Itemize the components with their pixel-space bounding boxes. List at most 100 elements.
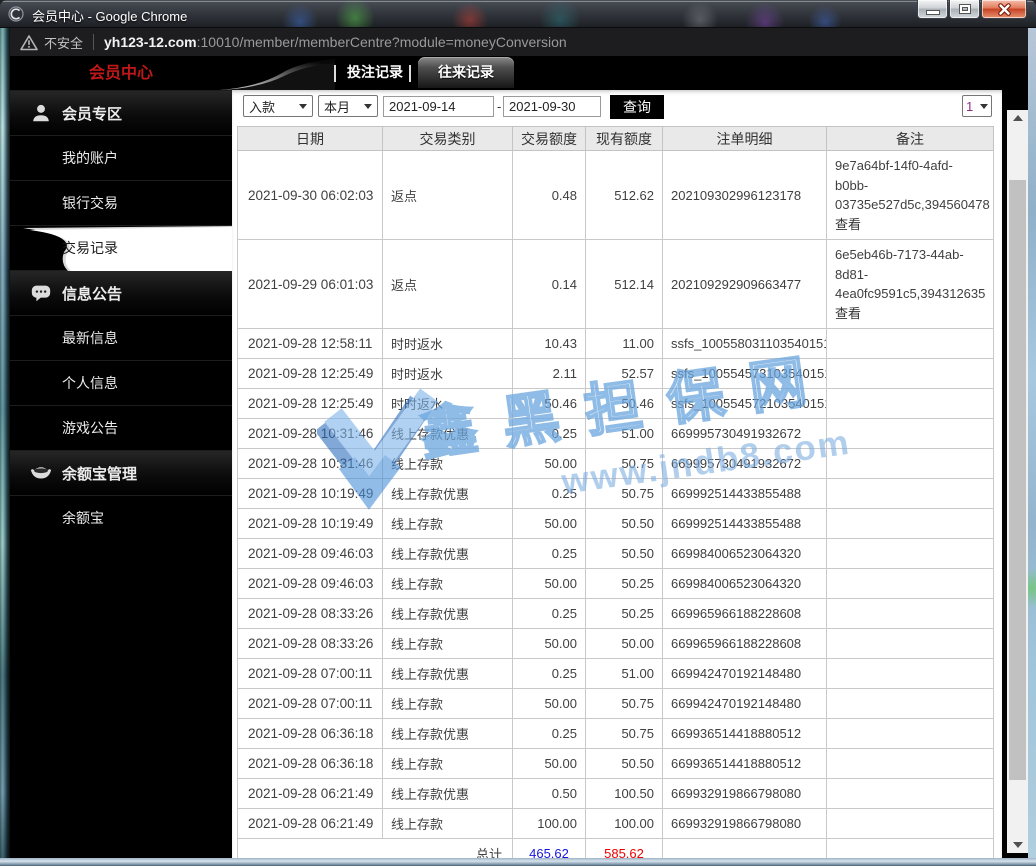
cell-remark — [826, 478, 994, 509]
top-nav: 会员中心 投注记录 往来记录 — [10, 57, 1028, 90]
page-viewport: 会员中心 投注记录 往来记录 会员专区 我的账户 银行交易 交易记录 信息公告 … — [10, 57, 1028, 866]
tab-transaction-records[interactable]: 往来记录 — [418, 57, 514, 88]
cell-type: 线上存款 — [382, 568, 513, 599]
sidebar-item-member-zone[interactable]: 会员专区 — [10, 90, 232, 135]
header-detail: 注单明细 — [662, 126, 827, 151]
sidebar-item-yuebao-management[interactable]: 余额宝管理 — [10, 450, 232, 495]
cell-detail: ssfs_100558031103540151 — [662, 328, 827, 359]
sidebar-item-personal-info[interactable]: 个人信息 — [10, 360, 232, 405]
minimize-button[interactable] — [917, 0, 948, 19]
cell-date: 2021-09-28 07:00:11 — [237, 658, 383, 689]
period-select[interactable]: 本月 — [318, 95, 378, 117]
cell-balance: 11.00 — [585, 328, 663, 359]
sidebar-item-game-announcements[interactable]: 游戏公告 — [10, 405, 232, 450]
cell-date: 2021-09-28 10:19:49 — [237, 478, 383, 509]
cell-amount: 0.50 — [512, 778, 586, 809]
chevron-down-icon — [299, 103, 307, 109]
table-row: 2021-09-28 10:31:46 线上存款 50.00 50.75 669… — [237, 448, 994, 479]
transaction-table: 日期 交易类别 交易额度 现有额度 注单明细 备注 2021-09-30 06:… — [237, 126, 994, 866]
vertical-scrollbar[interactable] — [1007, 110, 1028, 853]
brand-title: 会员中心 — [88, 65, 153, 82]
cell-date: 2021-09-28 10:19:49 — [237, 508, 383, 539]
cell-date: 2021-09-28 06:36:18 — [237, 748, 383, 779]
minimize-icon — [927, 11, 939, 14]
warning-icon — [20, 34, 38, 50]
tab-betting-records[interactable]: 投注记录 — [340, 57, 410, 88]
title-bar[interactable]: 会员中心 - Google Chrome — [0, 0, 1036, 28]
table-row: 2021-09-28 06:36:18 线上存款优惠 0.25 50.75 66… — [237, 718, 994, 749]
arrow-down-icon — [1012, 842, 1023, 848]
cell-detail: 669965966188228608 — [662, 598, 827, 629]
table-row: 2021-09-28 06:21:49 线上存款 100.00 100.00 6… — [237, 808, 994, 839]
cell-amount: 0.25 — [512, 718, 586, 749]
table-row: 2021-09-28 12:25:49 时时返水 50.46 50.46 ssf… — [237, 388, 994, 419]
window-border-bottom — [0, 858, 1036, 866]
cell-balance: 50.50 — [585, 538, 663, 569]
view-link[interactable]: 查看 — [835, 304, 861, 324]
cell-amount: 50.46 — [512, 388, 586, 419]
cell-remark — [826, 628, 994, 659]
cell-type: 线上存款优惠 — [382, 718, 513, 749]
scroll-down-button[interactable] — [1007, 837, 1028, 853]
cell-balance: 50.46 — [585, 388, 663, 419]
cell-type: 线上存款 — [382, 748, 513, 779]
cell-balance: 50.75 — [585, 478, 663, 509]
cell-type: 线上存款优惠 — [382, 598, 513, 629]
view-link[interactable]: 查看 — [835, 215, 861, 235]
chevron-down-icon — [980, 103, 988, 109]
cell-detail: 669936514418880512 — [662, 718, 827, 749]
cell-balance: 512.62 — [585, 150, 663, 240]
search-button[interactable]: 查询 — [610, 95, 664, 119]
cell-type: 返点 — [382, 150, 513, 240]
cell-balance: 512.14 — [585, 239, 663, 329]
cell-type: 线上存款优惠 — [382, 418, 513, 449]
chat-icon — [31, 285, 51, 302]
filter-bar: 入款 本月 - 查询 1 — [232, 90, 1002, 124]
sidebar-item-my-account[interactable]: 我的账户 — [10, 135, 232, 180]
cell-remark — [826, 328, 994, 359]
cell-amount: 0.25 — [512, 598, 586, 629]
window-border-right — [1028, 28, 1036, 858]
cell-amount: 0.25 — [512, 478, 586, 509]
main-content: 入款 本月 - 查询 1 — [232, 90, 1002, 866]
header-type: 交易类别 — [382, 126, 513, 151]
cell-remark — [826, 388, 994, 419]
cell-detail: 669995730491932672 — [662, 418, 827, 449]
cell-detail: 669984006523064320 — [662, 568, 827, 599]
table-row: 2021-09-30 06:02:03 返点 0.48 512.62 20210… — [237, 150, 994, 240]
cell-type: 线上存款优惠 — [382, 538, 513, 569]
cell-amount: 0.25 — [512, 658, 586, 689]
cell-remark: 9e7a64bf-14f0-4afd-b0bb- 03735e527d5c,394… — [826, 150, 994, 240]
cell-balance: 51.00 — [585, 418, 663, 449]
cell-balance: 50.50 — [585, 748, 663, 779]
date-to-input[interactable] — [503, 96, 601, 117]
window-border-left — [0, 28, 10, 858]
cell-date: 2021-09-28 08:33:26 — [237, 598, 383, 629]
table-row: 2021-09-28 09:46:03 线上存款 50.00 50.25 669… — [237, 568, 994, 599]
sidebar-item-yuebao[interactable]: 余额宝 — [10, 495, 232, 540]
header-balance: 现有额度 — [585, 126, 663, 151]
scroll-up-button[interactable] — [1007, 110, 1028, 126]
close-button[interactable] — [981, 0, 1027, 19]
url-host: yh123-12.com — [104, 34, 197, 50]
url-bar[interactable]: 不安全 yh123-12.com :10010/member/memberCen… — [10, 28, 1028, 57]
cell-date: 2021-09-28 06:21:49 — [237, 778, 383, 809]
scrollbar-thumb[interactable] — [1009, 180, 1026, 780]
chevron-down-icon — [364, 103, 372, 109]
tab-separator — [334, 65, 336, 82]
cell-date: 2021-09-28 06:36:18 — [237, 718, 383, 749]
sidebar-item-info-announcements[interactable]: 信息公告 — [10, 270, 232, 315]
cell-detail: 669932919866798080 — [662, 778, 827, 809]
cell-amount: 50.00 — [512, 568, 586, 599]
table-row: 2021-09-28 08:33:26 线上存款优惠 0.25 50.25 66… — [237, 598, 994, 629]
page-select[interactable]: 1 — [962, 95, 992, 117]
sidebar-item-bank-transactions[interactable]: 银行交易 — [10, 180, 232, 225]
transaction-type-select[interactable]: 入款 — [243, 95, 313, 117]
cell-amount: 0.14 — [512, 239, 586, 329]
sidebar-item-transaction-records[interactable]: 交易记录 — [10, 225, 232, 271]
restore-button[interactable] — [949, 0, 980, 19]
table-header-row: 日期 交易类别 交易额度 现有额度 注单明细 备注 — [237, 126, 994, 151]
sidebar-item-latest-info[interactable]: 最新信息 — [10, 315, 232, 360]
cell-amount: 0.25 — [512, 418, 586, 449]
date-from-input[interactable] — [383, 96, 494, 117]
